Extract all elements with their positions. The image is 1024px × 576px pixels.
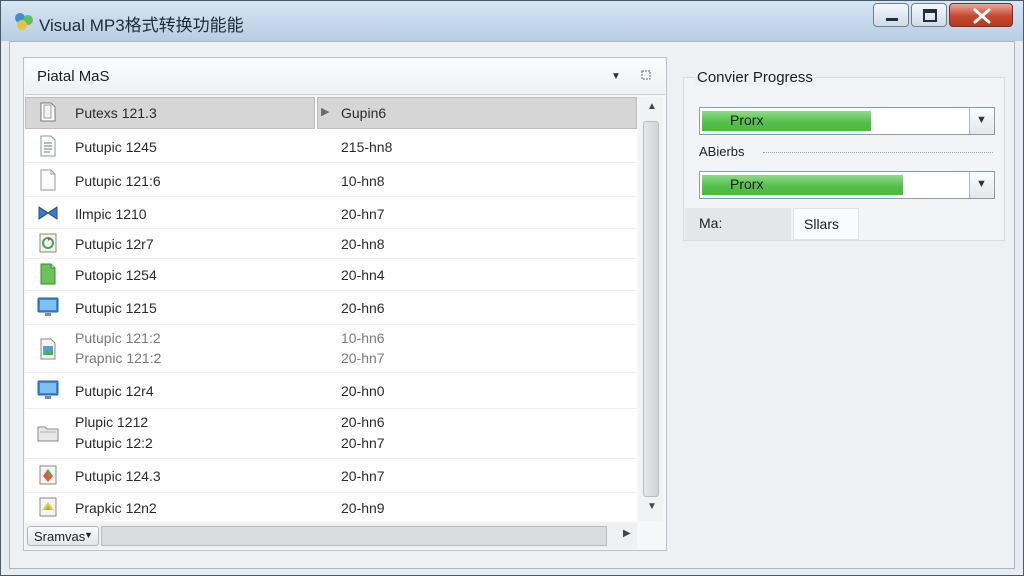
file-size-secondary: 20-hn7: [341, 350, 385, 366]
chevron-down-icon: ▼: [976, 114, 987, 126]
file-size: Gupin6: [341, 105, 387, 121]
row-divider: [25, 162, 637, 163]
progress-label-2: Prorx: [730, 176, 764, 192]
file-name-secondary: Putupic 12:2: [75, 435, 153, 451]
file-size: 20-hn7: [341, 206, 385, 222]
list-item[interactable]: Putupic 124.3 20-hn7: [25, 459, 637, 493]
file-name: Putupic 124.3: [75, 468, 161, 484]
status-dropdown[interactable]: Sramvas ▼: [27, 526, 99, 546]
minimize-button[interactable]: [873, 3, 909, 27]
green-file-icon: [40, 263, 56, 285]
file-size: 20-hn8: [341, 236, 385, 252]
file-size: 20-hn4: [341, 267, 385, 283]
tab-stars-label: Sllars: [804, 216, 840, 232]
progress-fill-1: [702, 111, 871, 131]
chevron-down-icon: ▼: [84, 530, 93, 540]
list-item[interactable]: Putupic 1215 20-hn6: [25, 291, 637, 325]
file-name: Putupic 1245: [75, 139, 157, 155]
file-name: Putexs 121.3: [75, 105, 157, 121]
colorful-file-icon: [39, 465, 57, 485]
yellow-file-icon: [39, 497, 57, 517]
file-name: Ilmpic 1210: [75, 206, 147, 222]
app-icon: [15, 13, 33, 30]
app-window: Visual MP3格式转换功能能 Piatal MaS ▼ ▶ Putexs …: [0, 0, 1024, 576]
progress-combo-1-dropdown[interactable]: ▼: [969, 108, 994, 134]
file-size: 20-hn0: [341, 383, 385, 399]
file-name: Putupic 121:6: [75, 173, 161, 189]
minimize-icon: [886, 18, 898, 21]
file-size: 20-hn6: [341, 414, 385, 430]
path-combo-text: Piatal MaS: [37, 68, 110, 85]
list-item[interactable]: Putupic 121:6 10-hn8: [25, 165, 637, 197]
recycle-file-icon: [39, 233, 57, 253]
progress-combo-2[interactable]: Prorx ▼: [699, 171, 995, 199]
selected-cell: [25, 97, 315, 129]
list-item[interactable]: Plupic 1212 Putupic 12:2 20-hn6 20-hn7: [25, 409, 637, 459]
file-size: 215-hn8: [341, 139, 393, 155]
file-name-secondary: Prapnic 121:2: [75, 350, 162, 366]
close-icon: [973, 8, 991, 24]
status-bar: Sramvas ▼ ▶: [25, 523, 637, 549]
status-dropdown-label: Sramvas: [34, 529, 86, 544]
window-title: Visual MP3格式转换功能能: [39, 16, 244, 35]
scroll-right-icon[interactable]: ▶: [623, 528, 631, 539]
file-size: 20-hn6: [341, 300, 385, 316]
document-icon: [40, 102, 56, 122]
scroll-down-icon[interactable]: ▼: [647, 501, 657, 512]
maximize-icon: [923, 9, 937, 22]
file-name: Putopic 1254: [75, 267, 157, 283]
progress-combo-2-dropdown[interactable]: ▼: [969, 172, 994, 198]
file-name: Putupic 1215: [75, 300, 157, 316]
file-size-secondary: 20-hn7: [341, 435, 385, 451]
text-file-icon: [40, 135, 56, 157]
tab-max[interactable]: Ma:: [685, 208, 791, 240]
file-list: ▶ Putexs 121.3 Gupin6 Putupic 1245 215-h…: [25, 97, 637, 521]
progress-group-title: Convier Progress: [695, 69, 815, 86]
list-item[interactable]: Putupic 1245 215-hn8: [25, 131, 637, 163]
file-name: Putupic 121:2: [75, 330, 161, 346]
file-name: Putupic 12r4: [75, 383, 154, 399]
path-combo[interactable]: Piatal MaS ▼: [25, 59, 665, 95]
list-item[interactable]: Putupic 12r4 20-hn0: [25, 373, 637, 409]
vertical-scrollbar[interactable]: ▲ ▼: [639, 97, 663, 521]
file-size: 10-hn6: [341, 330, 385, 346]
advanced-label: ABierbs: [699, 144, 745, 159]
monitor-icon: [37, 380, 59, 399]
monitor-icon: [37, 297, 59, 316]
scroll-up-icon[interactable]: ▲: [647, 101, 657, 112]
scrollbar-thumb[interactable]: [643, 121, 659, 497]
tab-stars[interactable]: Sllars: [793, 208, 859, 240]
list-item[interactable]: ▶ Putexs 121.3 Gupin6: [25, 97, 637, 129]
close-button[interactable]: [949, 3, 1013, 27]
file-size: 10-hn8: [341, 173, 385, 189]
chevron-right-icon: ▶: [321, 106, 330, 118]
list-item[interactable]: Ilmpic 1210 20-hn7: [25, 199, 637, 229]
list-item[interactable]: Prapkic 12n2 20-hn9: [25, 493, 637, 521]
list-item[interactable]: Putupic 12r7 20-hn8: [25, 229, 637, 259]
title-bar[interactable]: Visual MP3格式转换功能能: [1, 1, 1023, 41]
folder-icon: [37, 426, 59, 442]
chevron-down-icon[interactable]: ▼: [611, 71, 621, 82]
file-name: Plupic 1212: [75, 414, 149, 430]
progress-label-1: Prorx: [730, 112, 764, 128]
row-divider: [25, 196, 637, 197]
tab-max-label: Ma:: [699, 215, 723, 231]
list-item[interactable]: Putopic 1254 20-hn4: [25, 259, 637, 291]
bowtie-file-icon: [38, 206, 58, 220]
horizontal-scrollbar[interactable]: [101, 526, 607, 546]
maximize-button[interactable]: [911, 3, 947, 27]
progress-combo-1[interactable]: Prorx ▼: [699, 107, 995, 135]
file-name: Putupic 12r7: [75, 236, 154, 252]
file-size: 20-hn7: [341, 468, 385, 484]
resize-icon[interactable]: [641, 70, 651, 80]
image-file-icon: [40, 338, 56, 360]
list-item[interactable]: Putupic 121:2 Prapnic 121:2 10-hn6 20-hn…: [25, 325, 637, 373]
divider: [763, 152, 993, 153]
chevron-down-icon: ▼: [976, 178, 987, 190]
blank-file-icon: [40, 169, 56, 191]
file-name: Prapkic 12n2: [75, 500, 157, 516]
file-size: 20-hn9: [341, 500, 385, 516]
